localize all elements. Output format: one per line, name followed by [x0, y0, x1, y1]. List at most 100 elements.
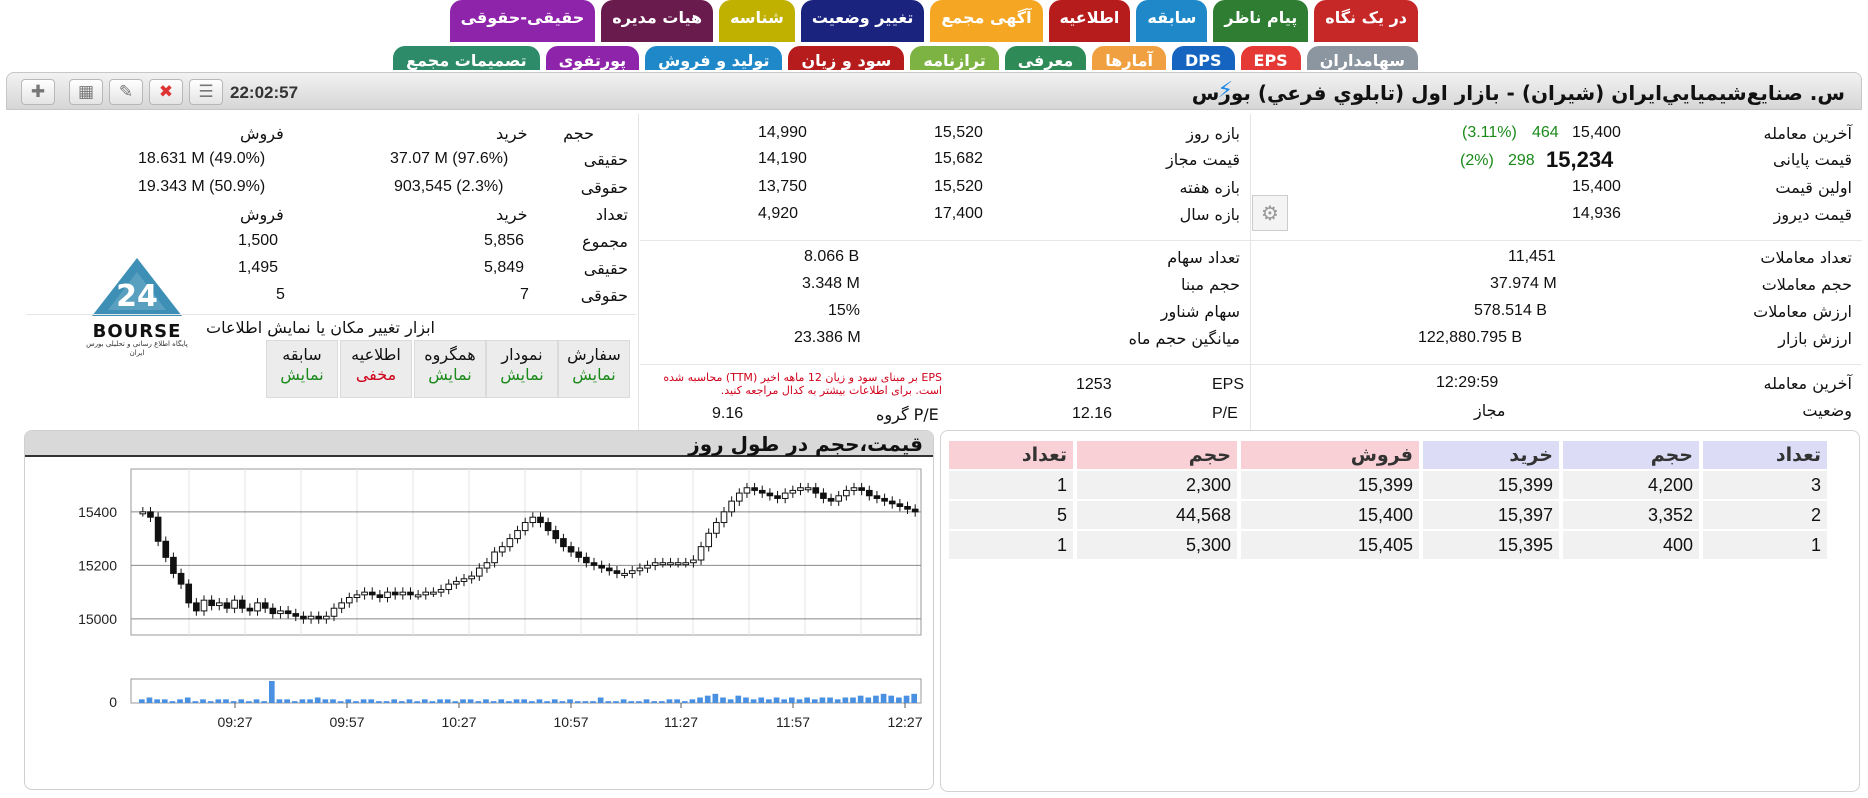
open-price-label: اولین قیمت [1775, 178, 1852, 197]
tool-toggle-3[interactable]: اطلاعیه مخفی [340, 340, 412, 398]
candle-body [560, 538, 567, 548]
volume-bar [391, 699, 397, 703]
tab-primary-1[interactable]: پیام ناظر [1213, 0, 1309, 42]
candle-body [797, 487, 804, 491]
volume-bar [146, 697, 153, 703]
candle-body [865, 489, 873, 497]
bourse-logo-mark: 24 [92, 258, 182, 316]
flash-icon[interactable]: ⚡ [1218, 78, 1233, 103]
tool-toggle-1[interactable]: نمودار نمایش [486, 340, 558, 398]
candle-body [575, 551, 583, 558]
order-book-cell: 15,395 [1423, 531, 1559, 559]
chart-tools-icon[interactable]: ✖ [149, 79, 183, 105]
volume-bar [490, 701, 497, 703]
volume-bar [460, 699, 466, 703]
tab-primary-8[interactable]: حقیقی-حقوقی [449, 0, 596, 42]
tool-toggle-title: همگروه [424, 345, 476, 364]
tool-toggle-state: مخفی [355, 365, 397, 384]
order-book-cell: 5,300 [1077, 531, 1237, 559]
volume-bar [169, 701, 176, 703]
candle-body [751, 487, 758, 491]
volume-bar [291, 701, 298, 703]
volume-bar [827, 697, 833, 703]
list-icon[interactable]: ☰ [189, 79, 223, 105]
tab-secondary-3[interactable]: آمارها [1092, 46, 1166, 70]
last-trade-change: 464 [1532, 124, 1559, 141]
tab-secondary-2[interactable]: DPS [1171, 46, 1235, 70]
candle-body [231, 599, 238, 609]
volume-bar [819, 697, 826, 703]
volume-bar [307, 699, 313, 703]
shares-label: تعداد سهام [1167, 248, 1240, 267]
bourse-logo: 24 BOURSE پایگاه اطلاع رسانی و تحلیلی بو… [82, 254, 192, 357]
candle-body [720, 511, 728, 524]
order-book-cell: 2,300 [1077, 471, 1237, 499]
edit-icon[interactable]: ✎ [109, 79, 143, 105]
x-tick-label: 11:27 [664, 714, 698, 730]
volume-bar [452, 701, 459, 703]
allowed-range-label: قیمت مجاز [1165, 150, 1240, 169]
eps-label: EPS [1212, 376, 1245, 393]
tab-primary-7[interactable]: هیات مدیره [601, 0, 714, 42]
tab-secondary-8[interactable]: پورتفوی [545, 46, 640, 70]
order-book-header: حجم [1077, 441, 1237, 469]
candle-body [873, 495, 881, 499]
add-icon[interactable]: ✚ [21, 79, 55, 105]
tab-secondary-4[interactable]: معرفی [1004, 46, 1087, 70]
candle-body [300, 615, 307, 620]
order-book-header: تعداد [1703, 441, 1827, 469]
order-book-panel: تعداد حجم خرید فروش حجم تعداد 3 4,200 15,399 15,3… [940, 430, 1860, 792]
candle-body [323, 615, 330, 620]
candle-body [208, 599, 215, 607]
tab-secondary-5[interactable]: ترازنامه [910, 46, 999, 70]
last-trade-change-pct: (3.11%) [1462, 124, 1517, 141]
ct-legal2-label: حقوقی [580, 286, 628, 305]
tool-toggle-4[interactable]: سابقه نمایش [266, 340, 338, 398]
order-book-header: خرید [1423, 441, 1559, 469]
tool-toggle-2[interactable]: همگروه نمایش [414, 340, 486, 398]
candle-body [552, 530, 560, 540]
volume-bar [330, 699, 336, 703]
tab-secondary-9[interactable]: تصمیمات مجمع [393, 46, 540, 70]
last-trade-label: آخرین معامله [1763, 124, 1853, 143]
volume-bar [613, 701, 619, 703]
intraday-chart[interactable]: 15000 15200 15400 0 09:27 09:57 10:27 10:57 11:2… [25, 459, 933, 789]
tab-secondary-7[interactable]: تولید و فروش [645, 46, 783, 70]
candle-body [170, 556, 177, 574]
candle-body [460, 578, 468, 582]
tool-toggle-0[interactable]: سفارش نمایش [558, 340, 630, 398]
volume-bar [636, 701, 642, 703]
state-label: وضعیت [1802, 401, 1852, 420]
tab-secondary-1[interactable]: EPS [1240, 46, 1301, 70]
volume-bar [567, 699, 573, 703]
candle-body [881, 497, 888, 502]
candle-body [177, 572, 185, 585]
calculator-icon[interactable]: ▦ [69, 79, 103, 105]
candle-body [215, 602, 223, 607]
tab-primary-2[interactable]: سابقه [1136, 0, 1208, 42]
tab-primary-4[interactable]: آگهی مجمع [930, 0, 1043, 42]
candle-body [491, 551, 498, 564]
tab-primary-0[interactable]: در یک نگاه [1314, 0, 1418, 42]
volume-bar [781, 699, 787, 703]
tab-primary-6[interactable]: شناسه [719, 0, 795, 42]
tool-toggle-title: سفارش [567, 345, 621, 364]
candle-body [735, 492, 743, 502]
volume-bar [238, 699, 245, 703]
volume-bar [857, 695, 864, 703]
x-tick-label: 11:57 [776, 714, 810, 730]
tab-secondary-6[interactable]: سود و زیان [788, 46, 905, 70]
settings-sliders-icon[interactable]: ⚙ [1252, 195, 1288, 231]
volume-bar [246, 701, 252, 703]
volume-bar [551, 699, 558, 703]
volume-bar [559, 701, 566, 703]
y-tick-label: 15000 [78, 611, 117, 627]
tab-primary-3[interactable]: اطلاعیه [1048, 0, 1131, 42]
volume-bar [284, 699, 290, 703]
tab-primary-5[interactable]: تغییر وضعیت [800, 0, 925, 42]
ct-sell-header: فروش [240, 124, 284, 143]
symbol-header: س. صنايع‌شيميايي‌ايران (شيران) - بازار ا… [6, 72, 1862, 110]
tab-secondary-0[interactable]: سهامداران [1306, 46, 1418, 70]
candle-body [705, 532, 713, 548]
pe-value: 12.16 [1072, 405, 1113, 422]
